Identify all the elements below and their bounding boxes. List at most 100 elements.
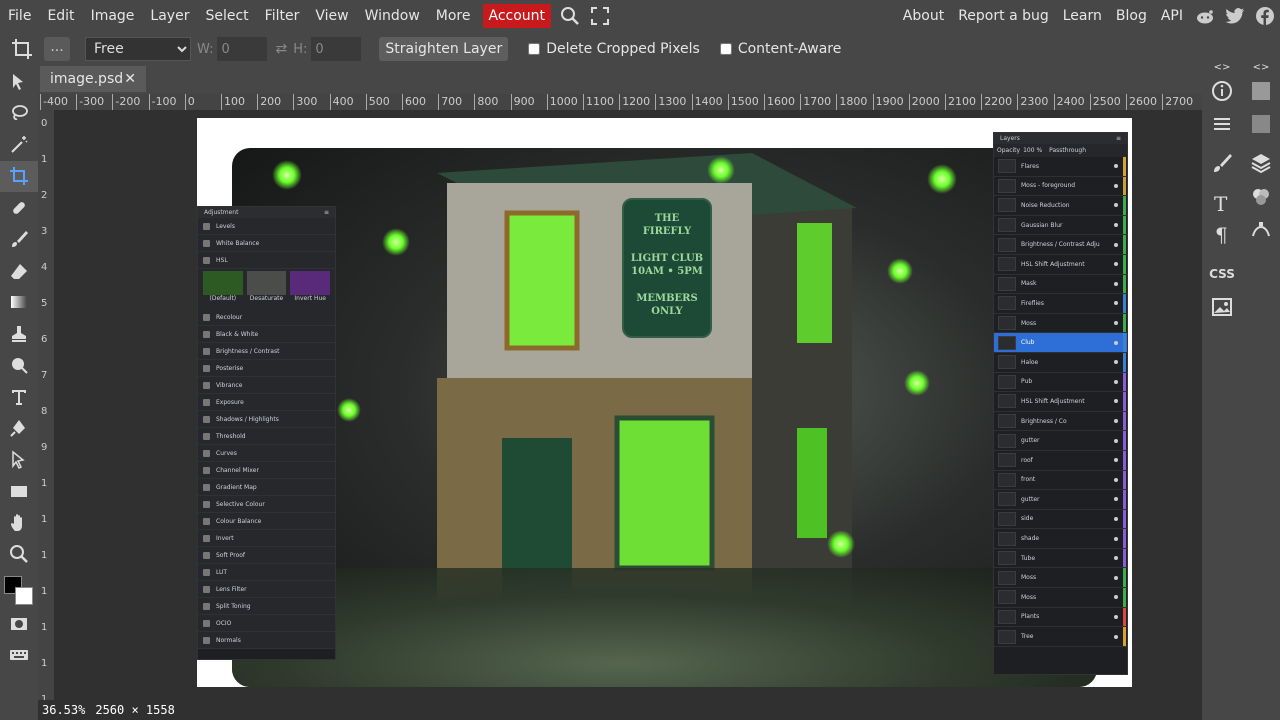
canvas-workarea[interactable]: THE FIREFLY LIGHT CLUB 10AM • 5PM MEMBER…: [54, 110, 1202, 700]
adjustment-item[interactable]: Shadows / Highlights: [198, 411, 335, 428]
visibility-eye-icon[interactable]: [1114, 281, 1118, 286]
link-api[interactable]: API: [1154, 4, 1190, 28]
height-input[interactable]: [311, 37, 362, 61]
blur-tool-icon[interactable]: [0, 350, 38, 382]
layers-icon[interactable]: [1246, 148, 1276, 178]
blend-mode-select[interactable]: Passthrough: [1049, 147, 1086, 154]
gradient-tool-icon[interactable]: [0, 287, 38, 319]
brush-tool-icon[interactable]: [0, 224, 38, 256]
panel-menu-icon[interactable]: ≡: [324, 209, 329, 216]
crop-tool-icon[interactable]: [0, 160, 38, 192]
adjustment-item[interactable]: Exposure: [198, 394, 335, 411]
navigator-thumb-icon[interactable]: [1246, 76, 1276, 106]
adjustment-item[interactable]: Brightness / Contrast: [198, 343, 335, 360]
shape-tool-icon[interactable]: [0, 476, 38, 508]
visibility-eye-icon[interactable]: [1114, 477, 1118, 482]
width-input[interactable]: [217, 37, 268, 61]
layer-row[interactable]: Gaussian Blur: [994, 215, 1127, 236]
css-icon[interactable]: CSS: [1207, 259, 1237, 289]
link-blog[interactable]: Blog: [1109, 4, 1154, 28]
visibility-eye-icon[interactable]: [1114, 419, 1118, 424]
properties-icon[interactable]: [1207, 109, 1237, 139]
hand-tool-icon[interactable]: [0, 507, 38, 539]
visibility-eye-icon[interactable]: [1114, 458, 1118, 463]
paths-icon[interactable]: [1246, 214, 1276, 244]
adj-item-levels[interactable]: Levels: [198, 218, 335, 235]
visibility-eye-icon[interactable]: [1114, 301, 1118, 306]
visibility-eye-icon[interactable]: [1114, 497, 1118, 502]
adjustment-item[interactable]: Posterise: [198, 360, 335, 377]
visibility-eye-icon[interactable]: [1114, 340, 1118, 345]
layer-row[interactable]: gutter: [994, 490, 1127, 510]
visibility-eye-icon[interactable]: [1114, 223, 1118, 228]
link-about[interactable]: About: [896, 4, 951, 28]
layer-row[interactable]: Noise Reduction: [994, 196, 1127, 216]
menu-layer[interactable]: Layer: [142, 4, 197, 28]
layer-row[interactable]: HSL Shift Adjustment: [994, 254, 1127, 275]
lasso-tool-icon[interactable]: [0, 98, 38, 130]
histogram-thumb-icon[interactable]: [1246, 109, 1276, 139]
menu-image[interactable]: Image: [83, 4, 143, 28]
document-canvas[interactable]: THE FIREFLY LIGHT CLUB 10AM • 5PM MEMBER…: [197, 118, 1132, 687]
layer-row[interactable]: gutter: [994, 431, 1127, 451]
adj-item-white-balance[interactable]: White Balance: [198, 235, 335, 252]
more-options-button[interactable]: ...: [44, 37, 70, 61]
adjustment-item[interactable]: Colour Balance: [198, 513, 335, 530]
visibility-eye-icon[interactable]: [1114, 321, 1118, 326]
link-report-bug[interactable]: Report a bug: [951, 4, 1056, 28]
visibility-eye-icon[interactable]: [1114, 164, 1118, 169]
healing-brush-icon[interactable]: [0, 192, 38, 224]
visibility-eye-icon[interactable]: [1114, 360, 1118, 365]
text-tool-icon[interactable]: [0, 381, 38, 413]
quick-mask-icon[interactable]: [0, 608, 38, 640]
layer-row[interactable]: roof: [994, 450, 1127, 471]
visibility-eye-icon[interactable]: [1114, 183, 1118, 188]
adjustment-item[interactable]: Channel Mixer: [198, 462, 335, 479]
layer-row[interactable]: HSL Shift Adjustment: [994, 392, 1127, 412]
visibility-eye-icon[interactable]: [1114, 379, 1118, 384]
layer-row[interactable]: Moss: [994, 588, 1127, 608]
channels-icon[interactable]: [1246, 182, 1276, 212]
adjustment-item[interactable]: Gradient Map: [198, 479, 335, 496]
magic-wand-icon[interactable]: [0, 129, 38, 161]
menu-file[interactable]: File: [0, 4, 39, 28]
preset-desaturate[interactable]: Desaturate: [246, 271, 287, 307]
opacity-value[interactable]: 100 %: [1023, 147, 1042, 154]
visibility-eye-icon[interactable]: [1114, 203, 1118, 208]
adjustment-item[interactable]: Invert: [198, 530, 335, 547]
adjustment-item[interactable]: Threshold: [198, 428, 335, 445]
adjustment-item[interactable]: Split Toning: [198, 598, 335, 615]
adjustment-item[interactable]: LUT: [198, 564, 335, 581]
clone-stamp-icon[interactable]: [0, 318, 38, 350]
visibility-eye-icon[interactable]: [1114, 242, 1118, 247]
eraser-tool-icon[interactable]: [0, 255, 38, 287]
menu-filter[interactable]: Filter: [257, 4, 308, 28]
color-swatches[interactable]: [0, 570, 38, 608]
adj-item-hsl[interactable]: HSL: [198, 252, 335, 269]
adjustment-item[interactable]: Recolour: [198, 309, 335, 326]
adjustment-item[interactable]: OCIO: [198, 615, 335, 632]
layer-row[interactable]: Fireflies: [994, 294, 1127, 314]
layer-row[interactable]: Haloe: [994, 352, 1127, 373]
adjustment-item[interactable]: Selective Colour: [198, 496, 335, 513]
layer-row[interactable]: Moss: [994, 568, 1127, 589]
menu-view[interactable]: View: [307, 4, 356, 28]
document-tab[interactable]: image.psd ✕: [40, 66, 146, 92]
paragraph-icon[interactable]: ¶: [1207, 219, 1237, 249]
layer-row[interactable]: Flares: [994, 157, 1127, 177]
visibility-eye-icon[interactable]: [1114, 614, 1118, 619]
menu-more[interactable]: More: [428, 4, 479, 28]
adjustment-item[interactable]: Vibrance: [198, 377, 335, 394]
info-icon[interactable]: [1207, 76, 1237, 106]
layer-row[interactable]: Moss: [994, 313, 1127, 334]
move-tool-icon[interactable]: [0, 66, 38, 98]
visibility-eye-icon[interactable]: [1114, 595, 1118, 600]
layer-row[interactable]: Brightness / Co: [994, 411, 1127, 432]
expand-right-icon[interactable]: <>: [1246, 60, 1276, 74]
visibility-eye-icon[interactable]: [1114, 516, 1118, 521]
crop-mode-select[interactable]: Free: [85, 37, 191, 61]
image-icon[interactable]: [1207, 292, 1237, 322]
path-select-icon[interactable]: [0, 444, 38, 476]
fullscreen-icon[interactable]: [585, 1, 615, 31]
visibility-eye-icon[interactable]: [1114, 399, 1118, 404]
